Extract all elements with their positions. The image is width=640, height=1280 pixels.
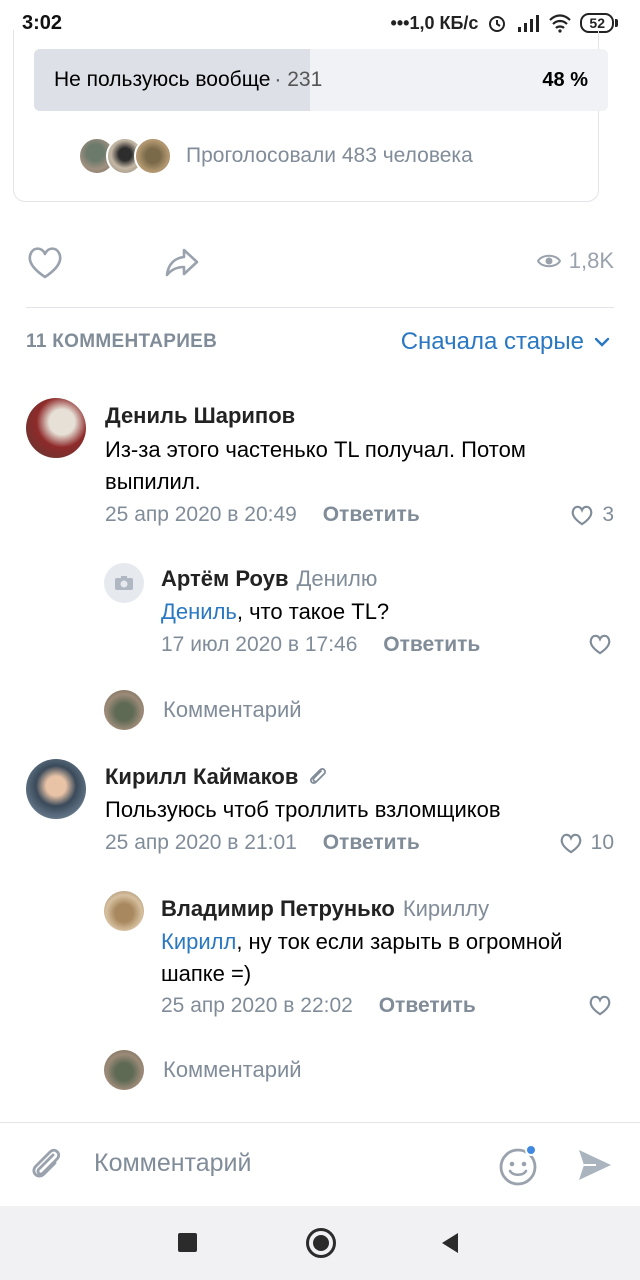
mention-link[interactable]: Кирилл	[161, 929, 236, 954]
home-button[interactable]	[306, 1228, 336, 1258]
like-count: 10	[590, 831, 614, 854]
avatar	[104, 690, 144, 730]
heart-icon	[571, 505, 593, 526]
comment-input[interactable]: Комментарий	[94, 1149, 251, 1178]
emoji-icon[interactable]	[498, 1143, 542, 1187]
reply-button[interactable]: Ответить	[323, 503, 420, 526]
poll-option-text: Не пользуюсь вообще · 231	[54, 49, 322, 111]
system-navbar	[0, 1206, 640, 1280]
heart-icon	[589, 634, 611, 655]
send-icon[interactable]	[576, 1147, 614, 1183]
views-counter: 1,8K	[536, 248, 614, 274]
sort-label: Сначала старые	[400, 328, 584, 355]
avatar	[104, 1050, 144, 1090]
like-button[interactable]: 10	[559, 831, 614, 855]
comments-count: 11 КОММЕНТАРИЕВ	[26, 331, 218, 352]
reply-placeholder[interactable]: Комментарий	[163, 697, 302, 723]
comment-meta: 25 апр 2020 в 21:01 Ответить	[105, 831, 420, 855]
comment-author[interactable]: Кирилл Каймаков	[105, 764, 328, 790]
recent-apps-button[interactable]	[178, 1233, 197, 1252]
heart-icon	[589, 995, 611, 1016]
reply-to[interactable]: Кириллу	[403, 896, 489, 921]
divider	[26, 307, 614, 308]
avatar[interactable]	[104, 891, 144, 931]
comment-date: 25 апр 2020 в 22:02	[161, 994, 353, 1017]
chevron-down-icon	[594, 337, 610, 347]
comment-text: Пользуюсь чтоб троллить взломщиков	[105, 797, 501, 822]
post-actions: 1,8K	[0, 240, 640, 286]
camera-icon	[115, 576, 133, 590]
comment: Кирилл Каймаков Пользуюсь чтоб троллить …	[0, 756, 640, 866]
like-count: 3	[602, 503, 614, 526]
comment-meta: 25 апр 2020 в 20:49 Ответить	[105, 503, 420, 527]
author-name[interactable]: Кирилл Каймаков	[105, 764, 298, 789]
author-name[interactable]: Владимир Петрунько	[161, 896, 395, 921]
paperclip-icon[interactable]	[26, 1145, 66, 1185]
share-icon[interactable]	[163, 244, 201, 280]
mention-link[interactable]: Дениль	[161, 599, 237, 624]
poll-voters[interactable]: Проголосовали 483 человека	[78, 137, 473, 175]
avatar[interactable]	[26, 759, 86, 819]
comment-text: Из-за этого частенько TL получал. Потом …	[105, 437, 526, 494]
reply-field[interactable]: Комментарий	[0, 688, 640, 732]
eye-icon	[536, 254, 561, 268]
avatar[interactable]	[104, 563, 144, 603]
comment-meta: 25 апр 2020 в 22:02 Ответить	[161, 994, 476, 1018]
comment-text: Кирилл, ну ток если зарыть в огромной ша…	[161, 926, 621, 990]
comment-author[interactable]: Дениль Шарипов	[105, 403, 295, 429]
reply-button[interactable]: Ответить	[323, 831, 420, 854]
like-button[interactable]	[588, 994, 612, 1016]
back-icon[interactable]	[440, 1232, 460, 1254]
reply-button[interactable]: Ответить	[379, 994, 476, 1017]
poll-option-percent: 48 %	[542, 68, 588, 91]
comment-composer: Комментарий	[0, 1122, 640, 1206]
comment-author[interactable]: Владимир Петрунько Кириллу	[161, 896, 489, 922]
comment: Дениль Шарипов Из-за этого частенько TL …	[0, 390, 640, 530]
paperclip-icon	[310, 768, 327, 784]
comment-date: 25 апр 2020 в 21:01	[105, 831, 297, 854]
comment-meta: 17 июл 2020 в 17:46 Ответить	[161, 633, 480, 657]
poll-option[interactable]: Не пользуюсь вообще · 231 48 %	[34, 49, 608, 111]
reply-button[interactable]: Ответить	[383, 633, 480, 656]
heart-icon[interactable]	[26, 244, 64, 280]
sort-dropdown[interactable]: Сначала старые	[401, 328, 610, 356]
comment-reply: Владимир Петрунько Кириллу Кирилл, ну ток…	[0, 888, 640, 1028]
poll-option-count: · 231	[274, 68, 323, 91]
like-button[interactable]: 3	[570, 503, 614, 527]
comment-date: 25 апр 2020 в 20:49	[105, 503, 297, 526]
comment-text: Дениль, что такое TL?	[161, 596, 611, 628]
views-count: 1,8K	[568, 248, 614, 273]
comment-date: 17 июл 2020 в 17:46	[161, 633, 358, 656]
poll-voters-count: Проголосовали 483 человека	[186, 144, 473, 167]
comment-author[interactable]: Артём Роув Денилю	[161, 566, 377, 592]
reply-field[interactable]: Комментарий	[0, 1050, 640, 1094]
reply-placeholder[interactable]: Комментарий	[163, 1057, 302, 1083]
heart-icon	[560, 833, 581, 854]
voter-avatar	[134, 137, 172, 175]
comment-reply: Артём Роув Денилю Дениль, что такое TL? 1…	[0, 560, 640, 670]
poll-option-label: Не пользуюсь вообще	[54, 68, 271, 91]
avatar[interactable]	[26, 398, 86, 458]
reply-to[interactable]: Денилю	[296, 566, 377, 591]
comment-body: , что такое TL?	[236, 599, 390, 624]
like-button[interactable]	[588, 633, 612, 655]
author-name[interactable]: Артём Роув	[161, 566, 288, 591]
poll-card: Не пользуюсь вообще · 231 48 % Проголосо…	[13, 30, 608, 202]
